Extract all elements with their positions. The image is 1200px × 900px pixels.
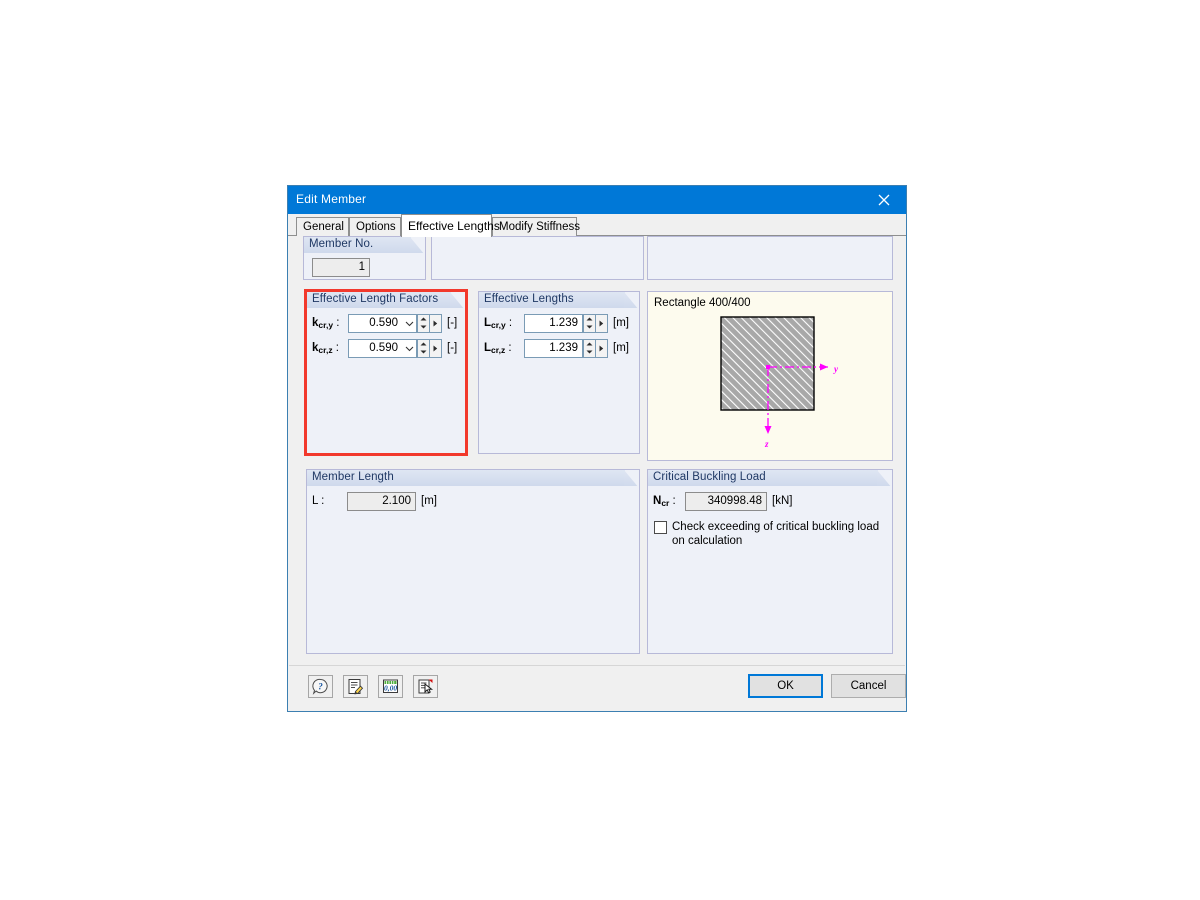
cancel-button[interactable]: Cancel (831, 674, 906, 698)
pick-from-model-button[interactable] (413, 675, 438, 698)
edit-note-button[interactable] (343, 675, 368, 698)
member-length-header: Member Length (307, 470, 639, 486)
axis-y-label: y (833, 364, 839, 374)
member-no-field[interactable]: 1 (312, 258, 370, 277)
lcrz-expand-button[interactable] (595, 339, 608, 358)
dialog-titlebar: Edit Member (288, 186, 906, 214)
arrow-right-icon (433, 345, 438, 352)
critical-buckling-load-label: Critical Buckling Load (653, 471, 766, 483)
help-icon: ? (312, 678, 328, 695)
top-blank-panel-2 (647, 236, 893, 280)
dialog-content: Member No. 1 Effective Length Factors kc… (288, 236, 906, 711)
lcry-spinner-down-icon[interactable] (584, 323, 595, 331)
top-blank-panel-1 (431, 236, 644, 280)
member-length-field-label: L : (312, 495, 325, 507)
member-no-group-label: Member No. (309, 238, 374, 250)
arrow-right-icon (599, 345, 604, 352)
member-no-group: Member No. 1 (303, 236, 426, 280)
lcry-unit: [m] (613, 317, 629, 329)
kcrz-unit: [-] (447, 342, 458, 354)
cross-section-panel: Rectangle 400/400 y z (647, 291, 893, 461)
ok-button[interactable]: OK (748, 674, 823, 698)
lcry-expand-button[interactable] (595, 314, 608, 333)
lcrz-input[interactable]: 1.239 (524, 339, 583, 358)
svg-text:0,00: 0,00 (384, 683, 397, 692)
axis-z-label: z (764, 439, 769, 449)
tab-strip: General Options Effective Lengths Modify… (288, 214, 906, 237)
lcrz-unit: [m] (613, 342, 629, 354)
kcry-label: kcr,y : (312, 317, 340, 330)
lcrz-spinner-up-icon[interactable] (584, 340, 595, 348)
tab-effective-lengths[interactable]: Effective Lengths (401, 214, 500, 237)
check-exceeding-checkbox-row[interactable]: Check exceeding of critical buckling loa… (654, 520, 894, 548)
tab-options[interactable]: Options (349, 217, 401, 236)
screenshot-canvas: Edit Member General Options Effective Le… (0, 0, 1200, 900)
member-length-input[interactable]: 2.100 (347, 492, 416, 511)
numeric-display-button[interactable]: 0,00 (378, 675, 403, 698)
critical-buckling-load-group: Critical Buckling Load Ncr : 340998.48 [… (647, 469, 893, 654)
tab-modify-stiffness[interactable]: Modify Stiffness (492, 217, 580, 236)
effective-lengths-group: Effective Lengths Lcr,y : 1.239 [m] Lcr,… (478, 291, 640, 454)
check-exceeding-label: Check exceeding of critical buckling loa… (672, 521, 880, 547)
arrow-right-icon (433, 320, 438, 327)
kcrz-label: kcr,z : (312, 342, 339, 355)
lcry-label: Lcr,y : (484, 317, 513, 330)
member-length-group: Member Length L : 2.100 [m] (306, 469, 640, 654)
cross-section-title: Rectangle 400/400 (654, 297, 751, 309)
kcrz-dropdown-chevron-down-icon[interactable] (402, 340, 416, 357)
pick-from-model-icon (418, 679, 434, 694)
kcry-expand-button[interactable] (429, 314, 442, 333)
lcry-input[interactable]: 1.239 (524, 314, 583, 333)
cross-section-graphic: y z (720, 316, 839, 449)
numeric-display-icon: 0,00 (383, 679, 398, 693)
edit-note-icon (348, 679, 364, 695)
edit-member-dialog: Edit Member General Options Effective Le… (287, 185, 907, 712)
arrow-right-icon (599, 320, 604, 327)
ncr-unit: [kN] (772, 495, 793, 507)
check-exceeding-checkbox[interactable] (654, 521, 667, 534)
member-length-label: Member Length (312, 471, 394, 483)
kcry-unit: [-] (447, 317, 458, 329)
member-no-group-header: Member No. (304, 237, 425, 253)
kcry-spinner-down-icon[interactable] (418, 323, 429, 331)
dialog-title: Edit Member (296, 192, 367, 206)
tab-general[interactable]: General (296, 217, 349, 236)
kcry-dropdown-chevron-down-icon[interactable] (402, 315, 416, 332)
critical-buckling-load-header: Critical Buckling Load (648, 470, 892, 486)
lcry-spinner-up-icon[interactable] (584, 315, 595, 323)
help-button[interactable]: ? (308, 675, 333, 698)
svg-text:?: ? (318, 682, 323, 692)
effective-lengths-label: Effective Lengths (484, 293, 574, 305)
kcrz-expand-button[interactable] (429, 339, 442, 358)
member-length-unit: [m] (421, 495, 437, 507)
effective-lengths-header: Effective Lengths (479, 292, 639, 308)
kcrz-spinner-down-icon[interactable] (418, 348, 429, 356)
effective-length-factors-group: Effective Length Factors kcr,y : 0.590 [… (306, 291, 466, 454)
close-icon (878, 194, 890, 206)
lcrz-spinner-down-icon[interactable] (584, 348, 595, 356)
effective-length-factors-header: Effective Length Factors (307, 292, 465, 308)
effective-length-factors-label: Effective Length Factors (312, 293, 439, 305)
ncr-input[interactable]: 340998.48 (685, 492, 767, 511)
dialog-footer: ? 0,00 OK Cancel (289, 665, 906, 710)
kcry-spinner-up-icon[interactable] (418, 315, 429, 323)
kcrz-spinner-up-icon[interactable] (418, 340, 429, 348)
ncr-label: Ncr : (653, 495, 676, 508)
lcrz-label: Lcr,z : (484, 342, 512, 355)
close-button[interactable] (862, 186, 906, 214)
